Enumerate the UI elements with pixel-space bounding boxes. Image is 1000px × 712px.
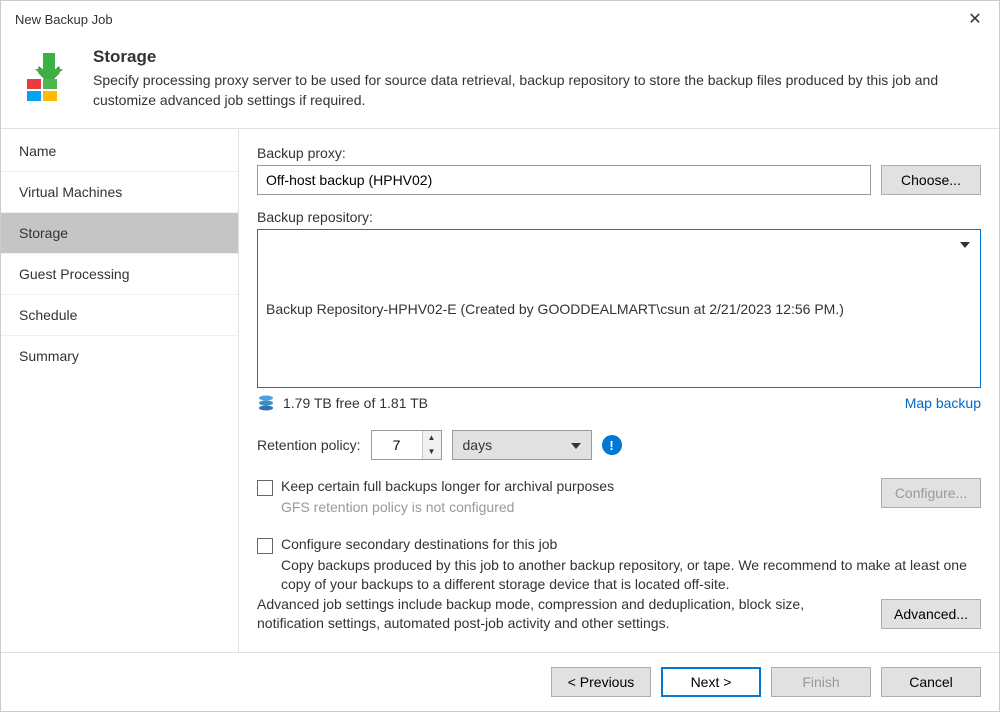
info-icon[interactable]: ! — [602, 435, 622, 455]
window-title: New Backup Job — [15, 12, 113, 27]
secondary-destinations-description: Copy backups produced by this job to ano… — [281, 556, 981, 595]
spinner-up-icon[interactable]: ▲ — [423, 431, 441, 445]
disk-stack-icon — [257, 394, 275, 412]
advanced-settings-text: Advanced job settings include backup mod… — [257, 595, 871, 634]
configure-button: Configure... — [881, 478, 981, 508]
secondary-destinations-checkbox[interactable] — [257, 538, 273, 554]
previous-button[interactable]: < Previous — [551, 667, 651, 697]
footer: < Previous Next > Finish Cancel — [1, 652, 999, 711]
titlebar: New Backup Job ✕ — [1, 1, 999, 37]
retention-value-stepper[interactable]: ▲ ▼ — [371, 430, 442, 460]
page-subtitle: Specify processing proxy server to be us… — [93, 71, 981, 110]
map-backup-link[interactable]: Map backup — [905, 395, 981, 411]
free-space-text: 1.79 TB free of 1.81 TB — [283, 395, 428, 411]
main-panel: Backup proxy: Choose... Backup repositor… — [239, 129, 999, 652]
finish-button: Finish — [771, 667, 871, 697]
gfs-sublabel: GFS retention policy is not configured — [281, 498, 881, 518]
retention-value-input[interactable] — [372, 431, 422, 459]
storage-hero-icon — [19, 47, 79, 107]
backup-repository-value: Backup Repository-HPHV02-E (Created by G… — [266, 301, 844, 317]
backup-repository-label: Backup repository: — [257, 209, 981, 225]
sidebar-item-guest-processing[interactable]: Guest Processing — [1, 253, 238, 294]
retention-unit-select[interactable]: days — [452, 430, 592, 460]
retention-unit-value: days — [463, 437, 493, 453]
body: Name Virtual Machines Storage Guest Proc… — [1, 129, 999, 652]
sidebar-item-summary[interactable]: Summary — [1, 335, 238, 376]
choose-button[interactable]: Choose... — [881, 165, 981, 195]
next-button[interactable]: Next > — [661, 667, 761, 697]
sidebar-item-virtual-machines[interactable]: Virtual Machines — [1, 171, 238, 212]
sidebar-item-storage[interactable]: Storage — [1, 212, 238, 253]
header: Storage Specify processing proxy server … — [1, 37, 999, 128]
page-title: Storage — [93, 47, 981, 67]
wizard-window: New Backup Job ✕ Storage Specify process… — [0, 0, 1000, 712]
cancel-button[interactable]: Cancel — [881, 667, 981, 697]
header-text: Storage Specify processing proxy server … — [93, 47, 981, 110]
backup-repository-select[interactable]: Backup Repository-HPHV02-E (Created by G… — [257, 229, 981, 388]
close-icon[interactable]: ✕ — [965, 9, 985, 29]
spinner-down-icon[interactable]: ▼ — [423, 445, 441, 459]
secondary-destinations-label: Configure secondary destinations for thi… — [281, 536, 981, 552]
sidebar-item-name[interactable]: Name — [1, 131, 238, 171]
sidebar-item-schedule[interactable]: Schedule — [1, 294, 238, 335]
advanced-button[interactable]: Advanced... — [881, 599, 981, 629]
gfs-checkbox-label: Keep certain full backups longer for arc… — [281, 478, 881, 494]
sidebar: Name Virtual Machines Storage Guest Proc… — [1, 129, 239, 652]
backup-proxy-label: Backup proxy: — [257, 145, 981, 161]
retention-policy-label: Retention policy: — [257, 437, 361, 453]
backup-proxy-input[interactable] — [257, 165, 871, 195]
gfs-checkbox[interactable] — [257, 480, 273, 496]
